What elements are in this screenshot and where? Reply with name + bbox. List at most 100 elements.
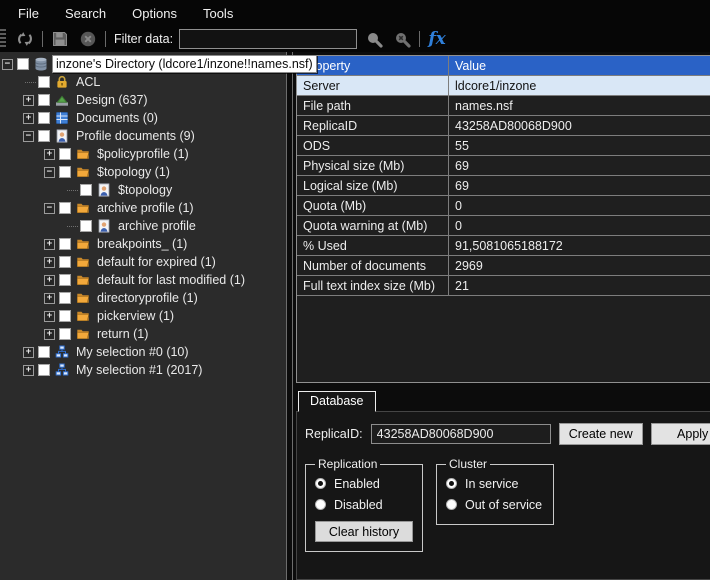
tree-item[interactable]: +Documents (0)	[0, 109, 286, 127]
property-row[interactable]: Full text index size (Mb)21	[297, 276, 710, 296]
tree-item[interactable]: − archive profile (1)	[0, 199, 286, 217]
tree-expander[interactable]: +	[23, 347, 34, 358]
tree-expander[interactable]: +	[44, 239, 55, 250]
property-value: 0	[449, 196, 710, 215]
radio-option[interactable]: Out of service	[446, 494, 544, 515]
apply-button[interactable]: Apply	[651, 423, 710, 445]
tree-checkbox[interactable]	[59, 238, 71, 250]
tree-checkbox[interactable]	[38, 346, 50, 358]
tree-expander[interactable]: +	[44, 329, 55, 340]
clear-history-button[interactable]: Clear history	[315, 521, 413, 542]
tree-item[interactable]: −Profile documents (9)	[0, 127, 286, 145]
tree-expander[interactable]: +	[44, 293, 55, 304]
property-row[interactable]: Physical size (Mb)69	[297, 156, 710, 176]
tree-expander[interactable]: +	[23, 95, 34, 106]
radio-disabled[interactable]	[315, 499, 326, 510]
column-header-value[interactable]: Value	[449, 56, 710, 75]
cancel-button[interactable]	[77, 28, 99, 50]
property-row[interactable]: File pathnames.nsf	[297, 96, 710, 116]
tree-item[interactable]: +My selection #1 (2017)	[0, 361, 286, 379]
menu-file[interactable]: File	[5, 1, 52, 26]
property-name: Physical size (Mb)	[297, 156, 449, 175]
tree-item[interactable]: +default for expired (1)	[0, 253, 286, 271]
tree-item[interactable]: +default for last modified (1)	[0, 271, 286, 289]
tree-item[interactable]: archive profile	[0, 217, 286, 235]
radio-enabled[interactable]	[315, 478, 326, 489]
tree-checkbox[interactable]	[59, 202, 71, 214]
tree-checkbox[interactable]	[38, 76, 50, 88]
property-row[interactable]: ReplicaID43258AD80068D900	[297, 116, 710, 136]
refresh-button[interactable]	[14, 28, 36, 50]
tree-checkbox[interactable]	[59, 166, 71, 178]
radio-option[interactable]: Enabled	[315, 473, 413, 494]
menu-search[interactable]: Search	[52, 1, 119, 26]
tree-item[interactable]: +breakpoints_ (1)	[0, 235, 286, 253]
property-row[interactable]: Logical size (Mb)69	[297, 176, 710, 196]
property-row[interactable]: ODS55	[297, 136, 710, 156]
tab-database[interactable]: Database	[298, 391, 376, 412]
tree-checkbox[interactable]	[17, 58, 29, 70]
tree-item[interactable]: +directoryprofile (1)	[0, 289, 286, 307]
tree-checkbox[interactable]	[38, 364, 50, 376]
tree-item[interactable]: ACL	[0, 73, 286, 91]
tree-checkbox[interactable]	[80, 220, 92, 232]
tree-checkbox[interactable]	[59, 256, 71, 268]
menu-tools[interactable]: Tools	[190, 1, 246, 26]
tree-item[interactable]: +My selection #0 (10)	[0, 343, 286, 361]
tree-expander[interactable]: +	[23, 365, 34, 376]
tree-expander[interactable]: +	[44, 275, 55, 286]
tree-checkbox[interactable]	[38, 94, 50, 106]
radio-option[interactable]: In service	[446, 473, 544, 494]
tree-item-label: archive profile (1)	[94, 200, 197, 216]
tree-item[interactable]: $topology	[0, 181, 286, 199]
property-name: File path	[297, 96, 449, 115]
tree-expander[interactable]: +	[44, 257, 55, 268]
tree-expander[interactable]: +	[44, 311, 55, 322]
tree-checkbox[interactable]	[80, 184, 92, 196]
tree-item[interactable]: +return (1)	[0, 325, 286, 343]
radio-option[interactable]: Disabled	[315, 494, 413, 515]
tree-item[interactable]: + Design (637)	[0, 91, 286, 109]
replica-id-input[interactable]	[371, 424, 551, 444]
tree-item[interactable]: −inzone's Directory (ldcore1/inzone!!nam…	[0, 55, 286, 73]
radio-out-of-service[interactable]	[446, 499, 457, 510]
tree-expander[interactable]: −	[44, 203, 55, 214]
search-button[interactable]	[363, 28, 385, 50]
folder-icon	[75, 237, 90, 252]
profile-icon	[96, 183, 111, 198]
tree-checkbox[interactable]	[59, 310, 71, 322]
save-button[interactable]	[49, 28, 71, 50]
property-row[interactable]: Serverldcore1/inzone	[297, 76, 710, 96]
tree-checkbox[interactable]	[59, 148, 71, 160]
clear-search-button[interactable]	[391, 28, 413, 50]
tree-checkbox[interactable]	[38, 130, 50, 142]
tree-expander[interactable]: +	[23, 113, 34, 124]
radio-in-service[interactable]	[446, 478, 457, 489]
tree-expander[interactable]: −	[23, 131, 34, 142]
tree-expander[interactable]: −	[2, 59, 13, 70]
filter-input[interactable]	[179, 29, 357, 49]
tree-item[interactable]: +$policyprofile (1)	[0, 145, 286, 163]
property-row[interactable]: Number of documents2969	[297, 256, 710, 276]
tree-expander[interactable]: +	[44, 149, 55, 160]
menu-options[interactable]: Options	[119, 1, 190, 26]
tree-checkbox[interactable]	[59, 292, 71, 304]
tree-checkbox[interactable]	[59, 328, 71, 340]
tree-checkbox[interactable]	[59, 274, 71, 286]
table-header-row[interactable]: Property Value	[297, 56, 710, 76]
property-value: 2969	[449, 256, 710, 275]
tree-item[interactable]: −$topology (1)	[0, 163, 286, 181]
tree-item[interactable]: +pickerview (1)	[0, 307, 286, 325]
toolbar-grip[interactable]	[0, 29, 6, 49]
tree-expander[interactable]: −	[44, 167, 55, 178]
property-row[interactable]: Quota (Mb)0	[297, 196, 710, 216]
property-row[interactable]: % Used91,5081065188172	[297, 236, 710, 256]
formula-fx-icon: fx	[428, 29, 445, 49]
tree-item-label: Design (637)	[73, 92, 151, 108]
column-header-property[interactable]: Property	[297, 56, 449, 75]
formula-button[interactable]: fx	[426, 28, 448, 50]
tree-checkbox[interactable]	[38, 112, 50, 124]
app-window: File Search Options Tools	[0, 0, 710, 580]
create-new-button[interactable]: Create new	[559, 423, 643, 445]
property-row[interactable]: Quota warning at (Mb)0	[297, 216, 710, 236]
